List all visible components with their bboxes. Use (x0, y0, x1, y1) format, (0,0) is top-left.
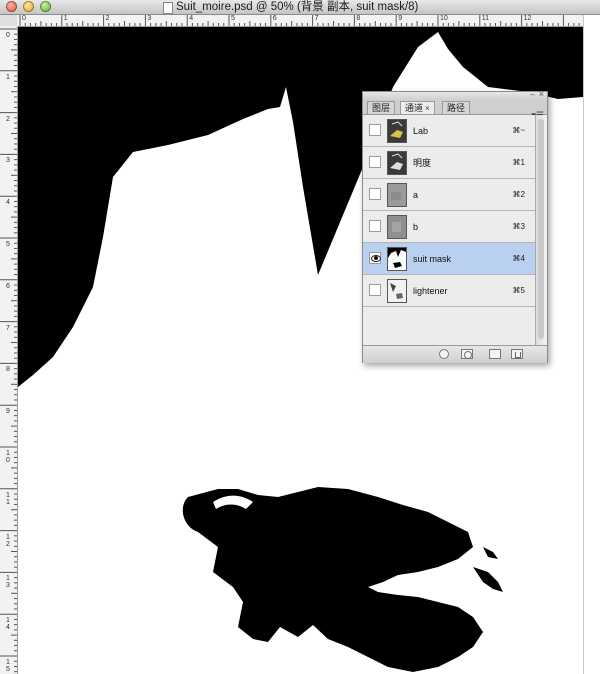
ruler-label: 13 (6, 575, 10, 590)
visibility-toggle[interactable] (369, 124, 381, 136)
document-proxy-icon[interactable] (163, 2, 173, 14)
channel-row-a[interactable]: a ⌘2 (363, 179, 535, 211)
channel-list: Lab ⌘~ 明度 ⌘1 a ⌘2 b ⌘3 suit mask ⌘4 ligh… (363, 115, 535, 345)
ruler-label: 11 (481, 15, 490, 22)
channel-shortcut: ⌘4 (512, 254, 525, 263)
horizontal-ruler[interactable]: 0 1 2 3 4 5 6 7 8 9 10 11 12 (17, 15, 583, 27)
mask-thumbnail-icon (387, 247, 407, 271)
ruler-label: 0 (22, 15, 26, 22)
window-titlebar: Suit_moire.psd @ 50% (背景 副本, suit mask/8… (0, 0, 600, 15)
ruler-label: 9 (6, 408, 10, 416)
visibility-toggle[interactable] (369, 156, 381, 168)
ruler-label: 4 (6, 199, 10, 207)
channel-name: lightener (413, 286, 448, 296)
ruler-label: 15 (6, 659, 10, 673)
ruler-label: 2 (6, 115, 10, 123)
channels-panel: – × 图层 通道× 路径 ▾☰ Lab ⌘~ 明度 ⌘1 (362, 89, 548, 363)
channel-name: 明度 (413, 158, 432, 168)
ruler-label: 8 (356, 15, 361, 22)
new-channel-icon[interactable] (489, 349, 501, 359)
vertical-ruler[interactable]: 0123456789101112131415 (0, 26, 18, 674)
ruler-label: 11 (6, 491, 10, 506)
ruler-label: 12 (6, 533, 10, 548)
visibility-toggle[interactable] (369, 188, 381, 200)
minimize-window-button[interactable] (23, 1, 34, 12)
ruler-label: 0 (6, 32, 10, 39)
tab-channels[interactable]: 通道 × (400, 101, 435, 114)
tab-channels-label: 通道 (405, 103, 424, 113)
ruler-label: 6 (272, 15, 277, 22)
channel-shortcut: ⌘1 (512, 158, 525, 167)
tab-layers-label: 图层 (372, 103, 391, 113)
panel-bottom-toolbar (363, 345, 547, 363)
channel-shortcut: ⌘2 (512, 190, 525, 199)
zoom-window-button[interactable] (40, 1, 51, 12)
tab-close-icon[interactable]: × (425, 104, 430, 113)
channel-row-b[interactable]: b ⌘3 (363, 211, 535, 243)
window-title: Suit_moire.psd @ 50% (背景 副本, suit mask/8… (176, 1, 419, 13)
lightener-thumbnail-icon (387, 279, 407, 303)
scrollbar-thumb[interactable] (538, 119, 544, 339)
channel-row-lab[interactable]: Lab ⌘~ (363, 115, 535, 147)
channel-list-scrollbar[interactable] (535, 115, 547, 345)
ruler-label: 7 (314, 15, 319, 22)
tab-layers[interactable]: 图层 (367, 101, 396, 114)
channel-shortcut: ⌘5 (512, 286, 525, 295)
channel-row-suit-mask[interactable]: suit mask ⌘4 (363, 243, 535, 275)
ruler-label: 9 (398, 15, 403, 22)
channel-name: b (413, 222, 419, 232)
ruler-label: 1 (6, 73, 10, 81)
tab-paths[interactable]: 路径 (442, 101, 471, 114)
lab-thumbnail-icon (387, 119, 407, 143)
ruler-label: 5 (6, 241, 10, 248)
ruler-label: 3 (6, 157, 10, 165)
visibility-toggle[interactable] (369, 284, 381, 296)
panel-titlebar[interactable]: – × (363, 89, 547, 100)
gray-thumbnail-icon (387, 215, 407, 239)
ruler-label: 6 (6, 282, 10, 290)
window-right-edge (583, 15, 600, 674)
tab-paths-label: 路径 (447, 103, 466, 113)
channel-row-lightness[interactable]: 明度 ⌘1 (363, 147, 535, 179)
ruler-label: 3 (147, 15, 152, 22)
gray-thumbnail-icon (387, 183, 407, 207)
ruler-label: 1 (63, 15, 68, 22)
ruler-label: 10 (440, 15, 448, 22)
ruler-label: 10 (6, 450, 10, 464)
ruler-label: 12 (523, 15, 532, 22)
panel-tabs: 图层 通道× 路径 ▾☰ (363, 100, 547, 120)
trash-icon[interactable] (511, 349, 523, 359)
eye-icon (371, 255, 381, 262)
channel-row-lightener[interactable]: lightener ⌘5 (363, 275, 535, 307)
ruler-label: 5 (231, 15, 235, 22)
close-window-button[interactable] (6, 1, 17, 12)
channel-name: Lab (413, 126, 429, 136)
channel-shortcut: ⌘~ (512, 126, 525, 135)
channel-name: suit mask (413, 254, 452, 264)
close-panel-button[interactable]: × (539, 89, 544, 99)
collapse-panel-button[interactable]: – (530, 89, 535, 99)
save-selection-icon[interactable] (461, 349, 473, 359)
channel-name: a (413, 190, 419, 200)
visibility-toggle[interactable] (369, 252, 381, 264)
ruler-label: 8 (6, 366, 10, 374)
ruler-label: 4 (189, 15, 194, 22)
horizontal-ruler-ticks (19, 15, 580, 26)
lightness-thumbnail-icon (387, 151, 407, 175)
ruler-label: 2 (105, 15, 110, 22)
load-selection-icon[interactable] (439, 349, 449, 359)
visibility-toggle[interactable] (369, 220, 381, 232)
ruler-label: 7 (6, 324, 10, 332)
channel-shortcut: ⌘3 (512, 222, 525, 231)
ruler-label: 14 (6, 617, 10, 632)
